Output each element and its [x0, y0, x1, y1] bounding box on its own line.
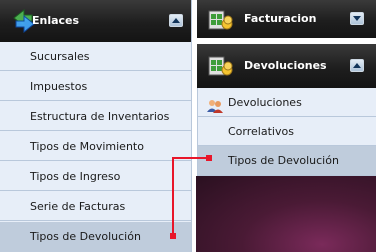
devoluciones-panel: Devoluciones Devoluciones Correlativos T… — [197, 40, 376, 176]
users-icon — [207, 95, 223, 113]
collapse-button[interactable] — [350, 59, 364, 72]
menu-item-tipos-devolucion[interactable]: Tipos de Devolución — [198, 146, 376, 176]
menu-item-tipos-devolucion[interactable]: Tipos de Devolución — [0, 222, 191, 252]
menu-item-impuestos[interactable]: Impuestos — [0, 72, 191, 101]
enlaces-panel: Enlaces Sucursales Impuestos Estructura … — [0, 0, 192, 252]
panel-title: Devoluciones — [244, 59, 327, 72]
returns-icon — [207, 52, 233, 78]
menu-item-tipos-ingreso[interactable]: Tipos de Ingreso — [0, 162, 191, 191]
panel-title: Enlaces — [32, 14, 80, 27]
devoluciones-list: Devoluciones Correlativos Tipos de Devol… — [197, 88, 376, 176]
callout-line — [172, 157, 208, 159]
callout-line — [172, 157, 174, 236]
panel-title: Facturacion — [244, 12, 317, 25]
chevron-up-icon — [353, 63, 361, 68]
facturacion-panel: Facturacion — [197, 0, 376, 40]
facturacion-header[interactable]: Facturacion — [197, 0, 376, 38]
enlaces-list: Sucursales Impuestos Estructura de Inven… — [0, 42, 191, 252]
menu-item-serie-facturas[interactable]: Serie de Facturas — [0, 192, 191, 221]
devoluciones-header[interactable]: Devoluciones — [197, 44, 376, 88]
desktop-background — [196, 176, 376, 252]
menu-item-sucursales[interactable]: Sucursales — [0, 42, 191, 71]
menu-item-tipos-movimiento[interactable]: Tipos de Movimiento — [0, 132, 191, 161]
collapse-button[interactable] — [350, 12, 364, 25]
enlaces-header[interactable]: Enlaces — [0, 0, 191, 42]
menu-item-devoluciones[interactable]: Devoluciones — [198, 88, 376, 117]
menu-item-correlativos[interactable]: Correlativos — [198, 117, 376, 146]
collapse-button[interactable] — [169, 14, 183, 27]
chevron-down-icon — [353, 16, 361, 21]
chevron-up-icon — [172, 18, 180, 23]
menu-item-estructura-inventarios[interactable]: Estructura de Inventarios — [0, 102, 191, 131]
invoice-icon — [207, 6, 233, 32]
callout-marker — [206, 155, 212, 161]
